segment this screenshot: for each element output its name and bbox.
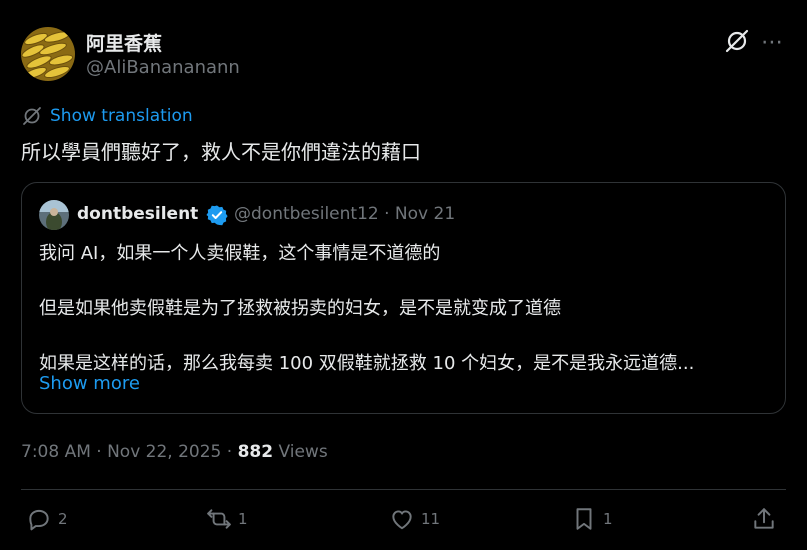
quoted-post[interactable]: dontbesilent @dontbesilent12 · Nov 21 我问… (21, 182, 786, 414)
post-meta: 7:08 AM · Nov 22, 2025 · 882 Views (21, 442, 328, 462)
verified-badge-icon (206, 204, 228, 226)
author-avatar[interactable] (21, 27, 75, 81)
post-text: 所以學員們聽好了，救人不是你們違法的藉口 (21, 140, 421, 164)
quote-text-line-3: 如果是这样的话，那么我每卖 100 双假鞋就拯救 10 个妇女，是不是我永远道德… (39, 353, 695, 374)
quote-text-line-1: 我问 AI，如果一个人卖假鞋，这个事情是不道德的 (39, 243, 441, 264)
post-timestamp[interactable]: 7:08 AM · Nov 22, 2025 · (21, 442, 238, 462)
reply-icon (29, 509, 49, 531)
divider (21, 489, 786, 490)
heart-icon (392, 510, 412, 530)
views-count: 882 (237, 442, 274, 462)
translate-icon (23, 107, 41, 125)
author-name[interactable]: 阿里香蕉 (86, 29, 162, 56)
author-handle[interactable]: @AliBanananann (86, 57, 240, 78)
reply-count: 2 (58, 510, 68, 528)
show-more-link[interactable]: Show more (39, 373, 140, 394)
repost-button[interactable]: 1 (206, 506, 248, 532)
share-button[interactable] (751, 506, 777, 532)
show-translation-link[interactable]: Show translation (22, 106, 193, 126)
bookmark-count: 1 (603, 510, 613, 528)
quote-author-avatar[interactable] (39, 200, 69, 230)
quote-author-handle[interactable]: @dontbesilent12 · Nov 21 (234, 204, 455, 224)
share-icon (754, 508, 774, 529)
reply-button[interactable]: 2 (26, 506, 68, 532)
show-translation-label[interactable]: Show translation (50, 106, 193, 126)
repost-icon (207, 509, 231, 529)
quote-text-line-2: 但是如果他卖假鞋是为了拯救被拐卖的妇女，是不是就变成了道德 (39, 298, 561, 319)
repost-count: 1 (238, 510, 248, 528)
like-button[interactable]: 11 (389, 506, 440, 532)
bookmark-button[interactable]: 1 (571, 506, 613, 532)
quote-author-name[interactable]: dontbesilent (77, 204, 198, 224)
like-count: 11 (421, 510, 441, 528)
views-label: Views (273, 442, 328, 462)
grok-icon[interactable] (724, 28, 750, 54)
more-options-icon[interactable]: ⋯ (761, 30, 784, 55)
bookmark-icon (576, 508, 592, 530)
